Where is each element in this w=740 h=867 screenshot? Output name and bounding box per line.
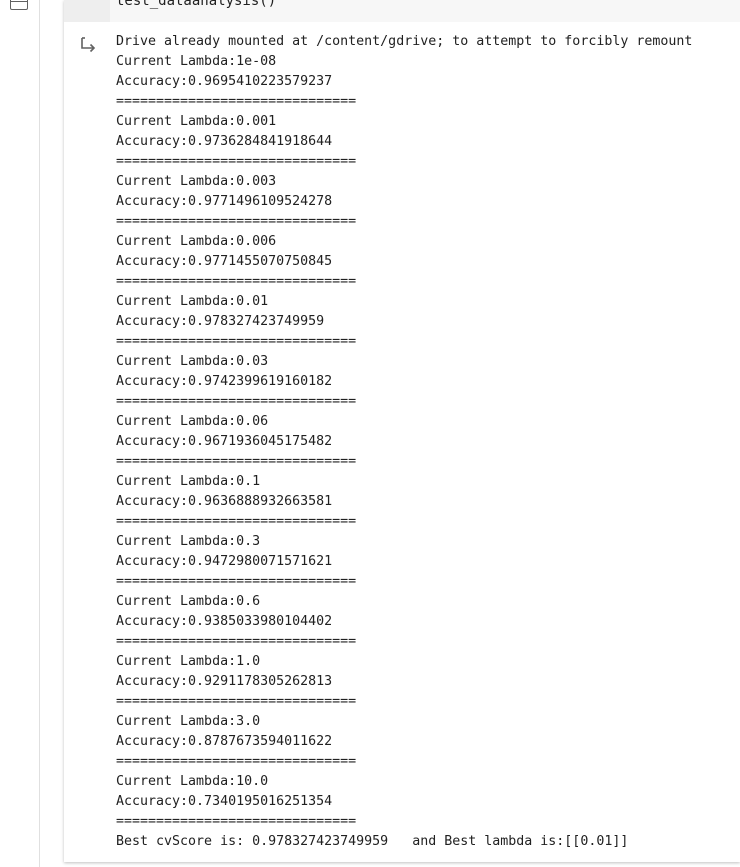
output-line: Current Lambda:0.6 xyxy=(116,594,261,609)
output-line: Accuracy:0.9291178305262813 xyxy=(116,674,333,689)
code-cell[interactable]: test_dataanalysis() Drive already mounte… xyxy=(64,0,740,862)
output-line: ============================== xyxy=(116,214,357,229)
output-text: Drive already mounted at /content/gdrive… xyxy=(116,32,692,852)
output-line: Current Lambda:0.01 xyxy=(116,294,269,309)
output-line: Accuracy:0.9671936045175482 xyxy=(116,434,333,449)
output-line: ============================== xyxy=(116,694,357,709)
output-line: ============================== xyxy=(116,454,357,469)
output-line: Accuracy:0.7340195016251354 xyxy=(116,794,333,809)
output-line: Current Lambda:0.001 xyxy=(116,114,277,129)
output-line: Accuracy:0.9472980071571621 xyxy=(116,554,333,569)
output-line: Current Lambda:0.03 xyxy=(116,354,269,369)
output-line: Drive already mounted at /content/gdrive… xyxy=(116,34,693,49)
output-line: Current Lambda:0.06 xyxy=(116,414,269,429)
output-line: ============================== xyxy=(116,94,357,109)
output-line: Current Lambda:10.0 xyxy=(116,774,269,789)
output-line: Accuracy:0.8787673594011622 xyxy=(116,734,333,749)
output-line: ============================== xyxy=(116,154,357,169)
output-line: Current Lambda:3.0 xyxy=(116,714,261,729)
cell-output: Drive already mounted at /content/gdrive… xyxy=(64,22,740,862)
output-line: Accuracy:0.978327423749959 xyxy=(116,314,325,329)
output-line: Accuracy:0.9742399619160182 xyxy=(116,374,333,389)
output-redirect-icon[interactable] xyxy=(80,36,98,54)
output-line: ============================== xyxy=(116,274,357,289)
output-line: ============================== xyxy=(116,514,357,529)
output-line: ============================== xyxy=(116,394,357,409)
output-line: Current Lambda:0.006 xyxy=(116,234,277,249)
code-line[interactable]: test_dataanalysis() xyxy=(116,0,276,11)
output-line: Accuracy:0.9636888932663581 xyxy=(116,494,333,509)
output-line: Current Lambda:1e-08 xyxy=(116,54,277,69)
output-line: Accuracy:0.9385033980104402 xyxy=(116,614,333,629)
output-line: ============================== xyxy=(116,814,357,829)
output-line: Current Lambda:1.0 xyxy=(116,654,261,669)
left-gutter xyxy=(0,0,40,867)
code-gutter xyxy=(64,0,110,22)
output-line: Current Lambda:0.1 xyxy=(116,474,261,489)
code-input-row[interactable]: test_dataanalysis() xyxy=(64,0,740,22)
output-line: Accuracy:0.9736284841918644 xyxy=(116,134,333,149)
output-line: Accuracy:0.9771455070750845 xyxy=(116,254,333,269)
output-line: ============================== xyxy=(116,334,357,349)
output-line: Accuracy:0.9771496109524278 xyxy=(116,194,333,209)
cell-toggle-icon[interactable] xyxy=(10,0,28,10)
output-line: ============================== xyxy=(116,634,357,649)
best-result-line: Best cvScore is: 0.978327423749959 and B… xyxy=(116,834,629,849)
output-line: ============================== xyxy=(116,574,357,589)
output-line: Accuracy:0.9695410223579237 xyxy=(116,74,333,89)
output-line: Current Lambda:0.003 xyxy=(116,174,277,189)
output-line: ============================== xyxy=(116,754,357,769)
output-line: Current Lambda:0.3 xyxy=(116,534,261,549)
